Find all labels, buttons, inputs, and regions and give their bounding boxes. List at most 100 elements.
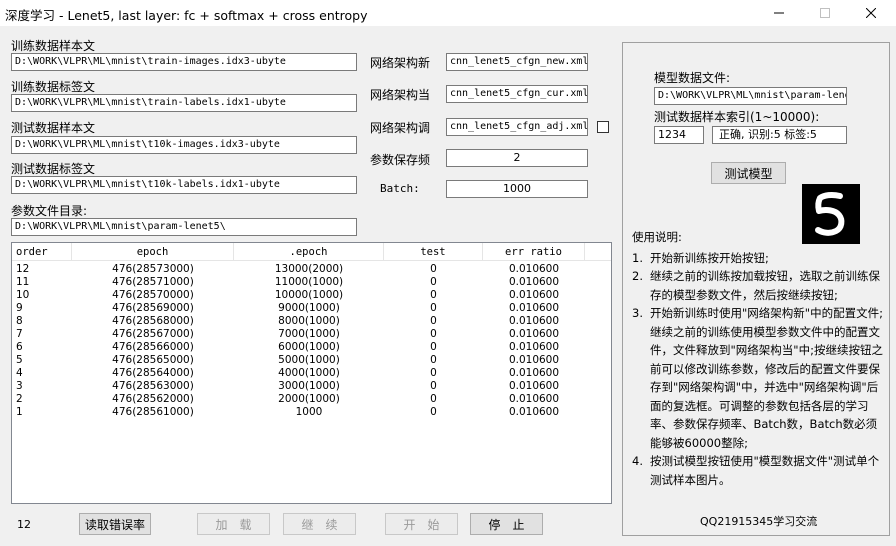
table-row[interactable]: 12 476(28573000) 13000(2000) 0 0.010600 [12, 263, 611, 276]
table-row[interactable]: 9 476(28569000) 9000(1000) 0 0.010600 [12, 302, 611, 315]
model-file-field[interactable]: D:\WORK\VLPR\ML\mnist\param-lenet [654, 87, 847, 105]
table-row[interactable]: 5 476(28565000) 5000(1000) 0 0.010600 [12, 354, 611, 367]
cell-err-ratio: 0.010600 [508, 341, 560, 353]
table-row[interactable]: 4 476(28564000) 4000(1000) 0 0.010600 [12, 367, 611, 380]
cell-err-ratio: 0.010600 [508, 328, 560, 340]
cell-epoch: 476(28565000) [112, 354, 194, 366]
table-row[interactable]: 8 476(28568000) 8000(1000) 0 0.010600 [12, 315, 611, 328]
save-freq-label: 参数保存频 [370, 153, 431, 167]
read-error-ratio-button[interactable]: 读取错误率 [79, 513, 151, 535]
param-dir-field[interactable]: D:\WORK\VLPR\ML\mnist\param-lenet5\ [11, 218, 357, 236]
cell-order: 8 [16, 315, 23, 327]
col-header-order[interactable]: order [12, 243, 72, 260]
stop-button[interactable]: 停 止 [470, 513, 543, 535]
cell-dot-epoch: 4000(1000) [278, 367, 340, 379]
cell-epoch: 476(28570000) [112, 289, 194, 301]
cell-order: 7 [16, 328, 23, 340]
param-dir-label: 参数文件目录: [11, 204, 88, 218]
instruction-text: 按测试模型按钮使用"模型数据文件"测试单个测试样本图片。 [650, 454, 880, 487]
cell-order: 4 [16, 367, 23, 379]
col-header-epoch[interactable]: epoch [72, 243, 234, 260]
training-log-list[interactable]: order epoch .epoch test err ratio 12 476(… [11, 242, 612, 504]
cell-test: 0 [430, 406, 437, 418]
cell-order: 6 [16, 341, 23, 353]
col-header-test[interactable]: test [384, 243, 483, 260]
cell-err-ratio: 0.010600 [508, 354, 560, 366]
cell-order: 2 [16, 393, 23, 405]
continue-button[interactable]: 继 续 [283, 513, 356, 535]
cell-epoch: 476(28566000) [112, 341, 194, 353]
train-images-label: 训练数据样本文 [11, 39, 96, 53]
cell-epoch: 476(28573000) [112, 263, 194, 275]
cell-test: 0 [430, 276, 437, 288]
instructions: 使用说明: 1. 开始新训练按开始按钮; 2. 继续之前的训练按加载按钮，选取之… [632, 228, 886, 489]
cell-dot-epoch: 1000 [295, 406, 323, 418]
train-labels-field[interactable]: D:\WORK\VLPR\ML\mnist\train-labels.idx1-… [11, 94, 357, 112]
cell-err-ratio: 0.010600 [508, 276, 560, 288]
table-row[interactable]: 11 476(28571000) 11000(1000) 0 0.010600 [12, 276, 611, 289]
cell-test: 0 [430, 341, 437, 353]
test-result-field: 正确, 识别:5 标签:5 [712, 126, 847, 144]
start-button[interactable]: 开 始 [385, 513, 458, 535]
window-title: 深度学习 - Lenet5, last layer: fc + softmax … [5, 8, 368, 23]
cell-order: 5 [16, 354, 23, 366]
col-header-err-ratio[interactable]: err ratio [483, 243, 585, 260]
cell-dot-epoch: 7000(1000) [278, 328, 340, 340]
net-adj-checkbox[interactable] [597, 121, 609, 133]
train-images-field[interactable]: D:\WORK\VLPR\ML\mnist\train-images.idx3-… [11, 53, 357, 71]
batch-field[interactable]: 1000 [446, 180, 588, 198]
test-images-label: 测试数据样本文 [11, 121, 96, 135]
cell-epoch: 476(28561000) [112, 406, 194, 418]
cell-dot-epoch: 11000(1000) [274, 276, 344, 288]
maximize-icon [802, 0, 848, 26]
close-icon[interactable] [848, 0, 894, 26]
cell-dot-epoch: 8000(1000) [278, 315, 340, 327]
cell-order: 9 [16, 302, 23, 314]
cell-epoch: 476(28567000) [112, 328, 194, 340]
train-labels-label: 训练数据标签文 [11, 80, 96, 94]
cell-order: 12 [16, 263, 30, 275]
instruction-text: 开始新训练按开始按钮; [650, 250, 769, 265]
net-adj-field[interactable]: cnn_lenet5_cfgn_adj.xml [446, 118, 588, 136]
net-new-label: 网络架构新 [370, 56, 431, 70]
table-row[interactable]: 6 476(28566000) 6000(1000) 0 0.010600 [12, 341, 611, 354]
cell-epoch: 476(28569000) [112, 302, 194, 314]
col-header-dot-epoch[interactable]: .epoch [234, 243, 384, 260]
cell-epoch: 476(28563000) [112, 380, 194, 392]
table-row[interactable]: 7 476(28567000) 7000(1000) 0 0.010600 [12, 328, 611, 341]
cell-order: 1 [16, 406, 23, 418]
instruction-item: 4. 按测试模型按钮使用"模型数据文件"测试单个测试样本图片。 [632, 452, 886, 489]
model-file-label: 模型数据文件: [654, 71, 731, 85]
net-new-field[interactable]: cnn_lenet5_cfgn_new.xml [446, 53, 588, 71]
table-row[interactable]: 2 476(28562000) 2000(1000) 0 0.010600 [12, 393, 611, 406]
cell-epoch: 476(28571000) [112, 276, 194, 288]
cell-err-ratio: 0.010600 [508, 380, 560, 392]
cell-dot-epoch: 9000(1000) [278, 302, 340, 314]
table-row[interactable]: 3 476(28563000) 3000(1000) 0 0.010600 [12, 380, 611, 393]
table-row[interactable]: 1 476(28561000) 1000 0 0.010600 [12, 406, 611, 419]
cell-test: 0 [430, 315, 437, 327]
test-labels-field[interactable]: D:\WORK\VLPR\ML\mnist\t10k-labels.idx1-u… [11, 176, 357, 194]
instruction-item: 2. 继续之前的训练按加载按钮，选取之前训练保存的模型参数文件，然后按继续按钮; [632, 267, 886, 304]
test-model-button[interactable]: 测试模型 [711, 162, 786, 184]
sample-index-field[interactable]: 1234 [654, 126, 704, 144]
net-cur-field[interactable]: cnn_lenet5_cfgn_cur.xml [446, 85, 588, 103]
load-button[interactable]: 加 载 [197, 513, 270, 535]
cell-test: 0 [430, 393, 437, 405]
net-cur-label: 网络架构当 [370, 88, 431, 102]
table-row[interactable]: 10 476(28570000) 10000(1000) 0 0.010600 [12, 289, 611, 302]
instruction-number: 1. [632, 250, 643, 265]
test-labels-label: 测试数据标签文 [11, 162, 96, 176]
test-images-field[interactable]: D:\WORK\VLPR\ML\mnist\t10k-images.idx3-u… [11, 136, 357, 154]
footer-contact: QQ21915345学习交流 [700, 515, 818, 528]
instruction-text: 继续之前的训练按加载按钮，选取之前训练保存的模型参数文件，然后按继续按钮; [650, 269, 880, 302]
cell-dot-epoch: 10000(1000) [274, 289, 344, 301]
instruction-number: 4. [632, 454, 643, 468]
save-freq-field[interactable]: 2 [446, 149, 588, 167]
instructions-title: 使用说明: [632, 230, 682, 244]
record-count: 12 [17, 518, 31, 531]
instruction-number: 2. [632, 269, 643, 283]
minimize-icon[interactable] [756, 0, 802, 26]
cell-test: 0 [430, 263, 437, 275]
cell-epoch: 476(28562000) [112, 393, 194, 405]
